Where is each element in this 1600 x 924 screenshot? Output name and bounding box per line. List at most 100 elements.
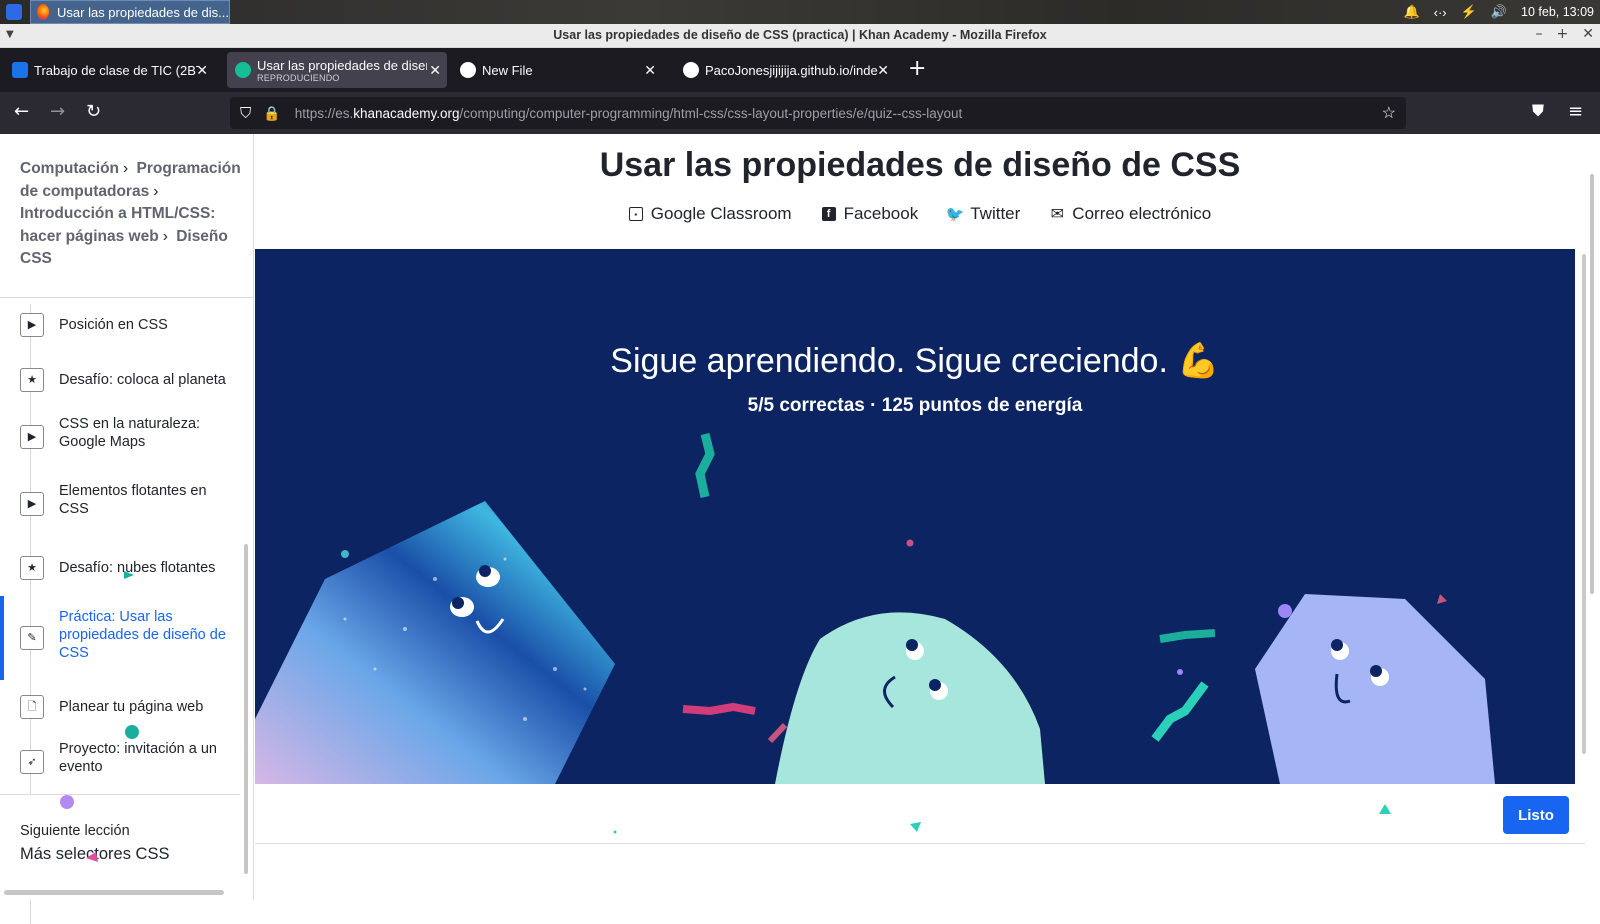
new-tab-button[interactable]: + [908,56,926,81]
lesson-label: Desafío: nubes flotantes [59,560,216,576]
menu-hamburger-icon[interactable]: ≡ [1568,101,1583,122]
share-label: Facebook [843,204,919,223]
lesson-item-active[interactable]: ✎ Práctica: Usar las propiedades de dise… [0,596,240,680]
breadcrumb-link[interactable]: Computación [20,160,119,177]
lesson-label: Planear tu página web [59,699,204,715]
notification-bell-icon[interactable]: 🔔 [1403,4,1419,20]
lesson-item[interactable]: ➶ Proyecto: invitación a un evento [0,734,240,790]
divider [0,297,254,298]
sidebar-horizontal-scrollbar[interactable] [4,890,224,895]
confetti-ribbon [682,702,756,716]
banner-scrollbar[interactable] [1582,254,1586,754]
lesson-item[interactable]: ▶ Posición en CSS [0,302,240,348]
github-icon [460,62,476,78]
minimize-icon[interactable]: – [1536,26,1543,42]
system-tray: 🔔 ‹·› ⚡ 🔊 10 feb, 13:09 [1403,0,1600,24]
url-text[interactable]: https://es.khanacademy.org/computing/com… [295,106,963,121]
tab-classroom[interactable]: Trabajo de clase de TIC (2BTO ✕ [4,52,214,88]
tab-label: PacoJonesjijijija.github.io/inde [705,62,878,78]
page-content: Computación › Programación de computadora… [0,134,1600,924]
close-tab-icon[interactable]: ✕ [877,62,889,79]
volume-icon[interactable]: 🔊 [1491,4,1507,20]
lesson-label: CSS en la naturaleza: Google Maps [59,416,201,450]
clock[interactable]: 10 feb, 13:09 [1521,5,1594,19]
tab-label: Usar las propiedades de diseñ [257,57,427,73]
classroom-icon: ▪ [628,207,643,221]
bookmark-star-icon[interactable]: ☆ [1382,103,1396,123]
app-launcher-icon[interactable] [6,4,22,20]
lesson-item[interactable]: ▶ CSS en la naturaleza: Google Maps [0,409,240,465]
tab-strip: Trabajo de clase de TIC (2BTO ✕ Usar las… [0,48,1600,92]
page-title: Usar las propiedades de diseño de CSS [599,146,1241,184]
window-titlebar: ▼ Usar las propiedades de diseño de CSS … [0,24,1600,48]
completion-banner: Sigue aprendiendo. Sigue creciendo. 💪 5/… [255,249,1575,784]
next-lesson[interactable]: Siguiente lección Más selectores CSS [0,794,240,900]
tab-playing-label: REPRODUCIENDO [257,72,340,83]
score-summary: 5/5 correctas · 125 puntos de energía [747,395,1083,416]
github-icon [683,62,699,78]
power-icon[interactable]: ⚡ [1461,4,1477,20]
network-icon[interactable]: ‹·› [1434,5,1447,20]
share-links: ▪ Google Classroom f Facebook 🐦 Twitter … [255,204,1585,224]
window-title: Usar las propiedades de diseño de CSS (p… [553,28,1047,42]
pocket-icon[interactable]: ⛊ [1532,101,1544,121]
facebook-icon: f [821,207,836,221]
play-icon: ▶ [20,492,44,516]
confetti-ribbon [1159,629,1216,643]
lesson-label: Posición en CSS [59,317,168,333]
share-email[interactable]: ✉ Correo electrónico [1050,204,1212,224]
completion-headline: Sigue aprendiendo. Sigue creciendo. 💪 [610,342,1220,380]
chevron-right-icon: › [153,182,159,200]
os-top-panel: Usar las propiedades de dis... 🔔 ‹·› ⚡ 🔊… [0,0,1600,24]
lesson-label: Proyecto: invitación a un evento [59,741,217,775]
next-lesson-title[interactable]: Más selectores CSS [20,845,169,864]
close-icon[interactable]: ✕ [1582,26,1594,42]
done-button[interactable]: Listo [1503,796,1569,834]
confetti-dot [1278,604,1292,618]
firefox-icon [37,4,50,20]
share-google-classroom[interactable]: ▪ Google Classroom [628,204,792,224]
lesson-item[interactable]: ★ Desafío: nubes flotantes [0,545,240,591]
lavender-character [1255,594,1495,784]
taskbar-item-label: Usar las propiedades de dis... [57,4,229,20]
confetti-ribbon [1151,681,1209,742]
tab-label: New File [482,62,533,78]
back-icon[interactable]: ← [14,101,29,122]
lock-icon[interactable]: 🔒 [263,105,280,122]
window-controls: – + ✕ [1536,26,1594,42]
close-tab-icon[interactable]: ✕ [644,62,656,79]
confetti-dot [906,539,914,547]
reload-icon[interactable]: ↻ [86,101,101,122]
share-facebook[interactable]: f Facebook [821,204,919,224]
tab-new-file[interactable]: New File ✕ [452,52,662,88]
lesson-item[interactable]: 🗋 Planear tu página web [0,684,240,730]
chevron-right-icon: › [123,160,129,177]
confetti-dot [341,550,349,558]
lesson-item[interactable]: ▶ Elementos flotantes en CSS [0,476,240,532]
url-bar[interactable]: ⛉ 🔒 https://es.khanacademy.org/computing… [230,97,1406,129]
close-tab-icon[interactable]: ✕ [429,62,441,79]
share-twitter[interactable]: 🐦 Twitter [945,204,1020,224]
mint-character [775,612,1045,784]
close-tab-icon[interactable]: ✕ [196,62,208,79]
play-icon: ▶ [20,425,44,449]
forward-icon[interactable]: → [50,101,65,122]
confetti-triangle [1437,594,1447,604]
lesson-label: Desafío: coloca al planeta [59,372,226,388]
tab-khan-academy[interactable]: Usar las propiedades de diseñ REPRODUCIE… [227,52,447,88]
star-icon: ★ [20,368,44,392]
taskbar-firefox-item[interactable]: Usar las propiedades de dis... [30,0,230,24]
tracking-shield-icon[interactable]: ⛉ [240,105,251,122]
lesson-label: Práctica: Usar las propiedades de diseño… [59,609,226,661]
pencil-icon: ✎ [20,626,44,650]
twitter-icon: 🐦 [945,206,965,223]
sidebar-scrollbar[interactable] [244,544,248,874]
maximize-icon[interactable]: + [1557,26,1569,42]
confetti-dot [1177,669,1183,675]
page-scrollbar[interactable] [1590,174,1594,594]
tab-github-io[interactable]: PacoJonesjijijija.github.io/inde ✕ [675,52,895,88]
share-label: Google Classroom [650,204,792,223]
galaxy-character [255,501,615,784]
lesson-item[interactable]: ★ Desafío: coloca al planeta [0,357,240,403]
khan-academy-icon [235,62,251,78]
